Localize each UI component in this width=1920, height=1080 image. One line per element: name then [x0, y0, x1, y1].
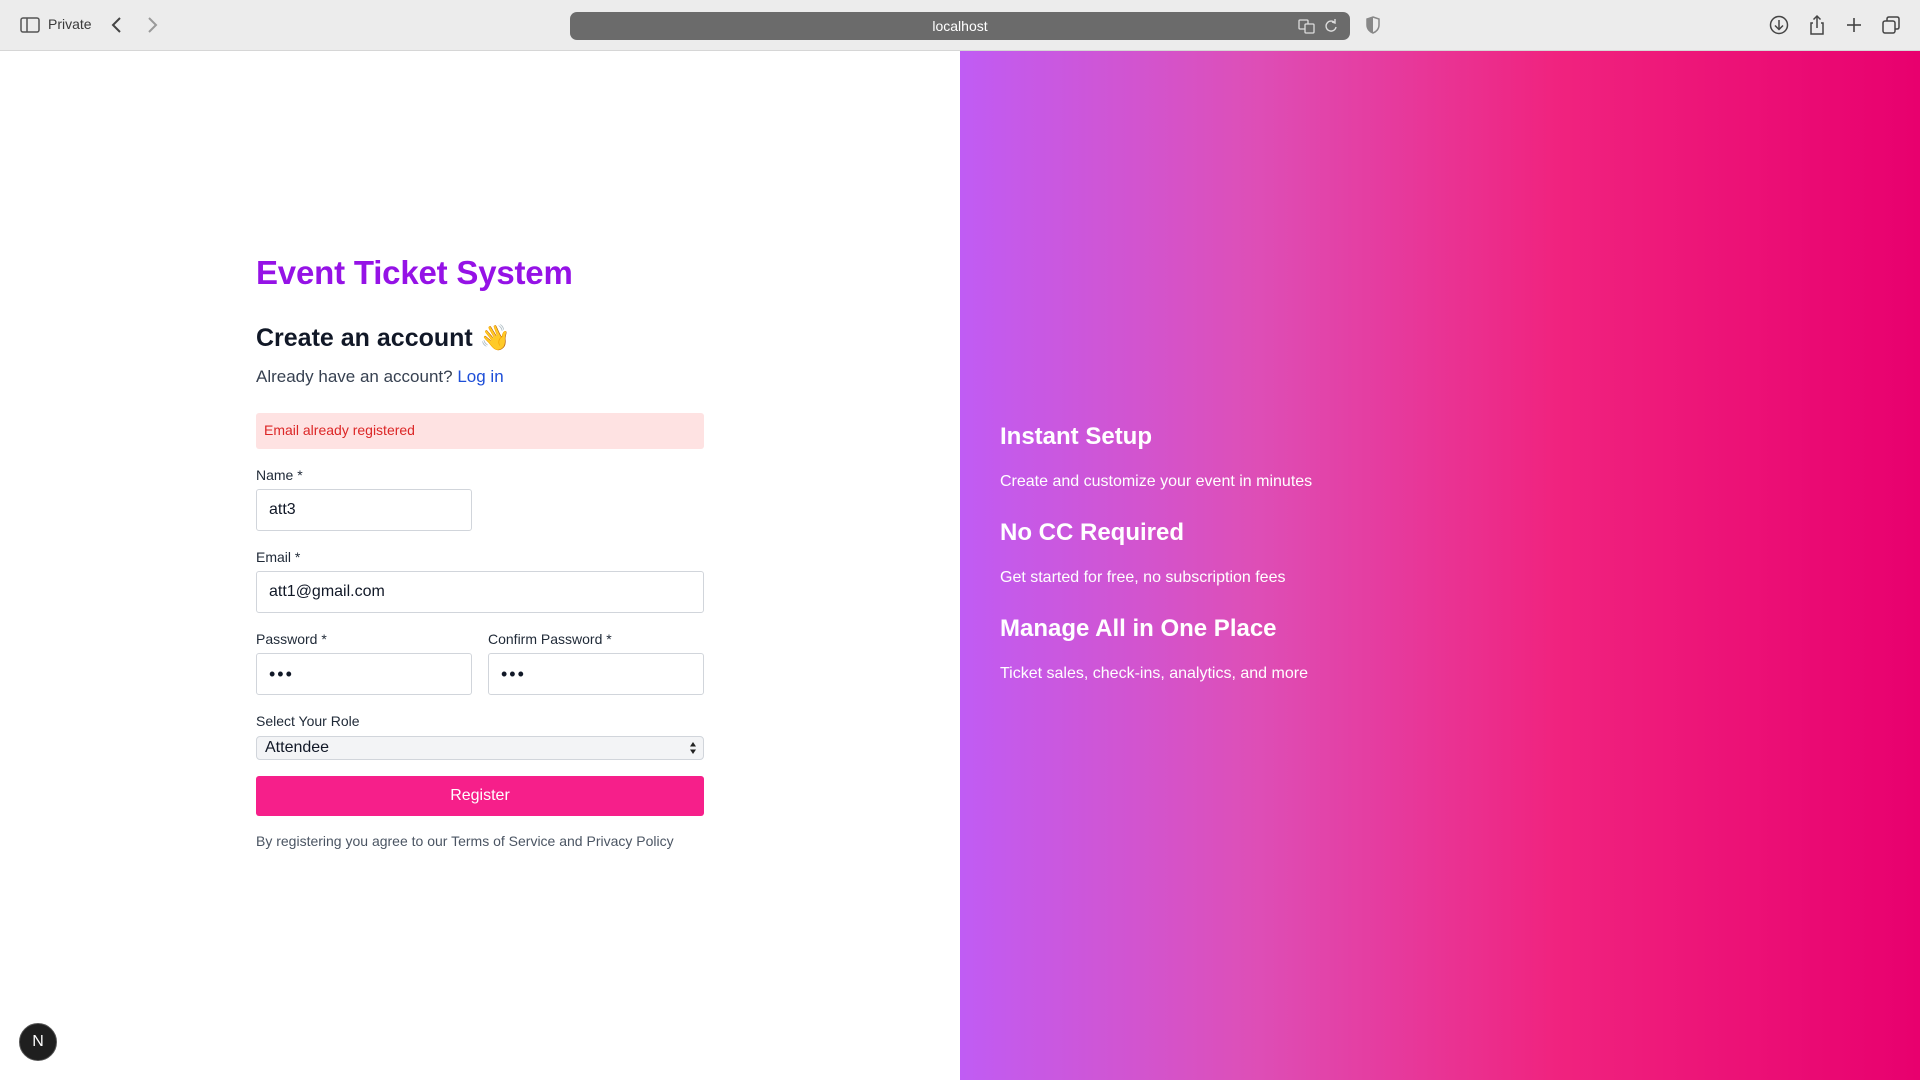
translate-icon[interactable] — [1298, 18, 1316, 34]
feature-desc-manage-all: Ticket sales, check-ins, analytics, and … — [1000, 665, 1308, 682]
browser-toolbar: Private localhost — [0, 0, 1920, 51]
features-panel: Instant Setup Create and customize your … — [960, 51, 1920, 1080]
login-link[interactable]: Log in — [457, 367, 503, 386]
password-input[interactable] — [256, 653, 472, 695]
login-prompt-text: Already have an account? — [256, 367, 453, 386]
name-label: Name * — [256, 467, 303, 483]
feature-title-manage-all: Manage All in One Place — [1000, 615, 1277, 642]
brand-title: Event Ticket System — [256, 254, 573, 291]
back-icon[interactable] — [110, 15, 124, 35]
email-label: Email * — [256, 549, 301, 565]
signup-pane: Event Ticket System Create an account 👋 … — [0, 51, 960, 1080]
login-prompt: Already have an account? Log in — [256, 367, 504, 387]
new-tab-icon[interactable] — [1843, 14, 1865, 36]
error-alert: Email already registered — [256, 413, 704, 449]
privacy-link[interactable]: Privacy Policy — [586, 833, 673, 849]
reload-icon[interactable] — [1324, 18, 1338, 34]
select-arrows-icon — [690, 742, 696, 754]
share-icon[interactable] — [1806, 14, 1828, 36]
download-icon[interactable] — [1768, 14, 1790, 36]
email-input[interactable] — [256, 571, 704, 613]
confirm-password-label: Confirm Password * — [488, 631, 612, 647]
address-bar[interactable]: localhost — [570, 12, 1350, 40]
feature-desc-instant-setup: Create and customize your event in minut… — [1000, 473, 1313, 490]
terms-and: and — [559, 833, 583, 849]
feature-desc-no-cc: Get started for free, no subscription fe… — [1000, 569, 1286, 586]
private-label: Private — [48, 16, 92, 32]
role-selected-value: Attendee — [265, 739, 330, 756]
confirm-password-input[interactable] — [488, 653, 704, 695]
url-text: localhost — [932, 18, 988, 34]
register-button[interactable]: Register — [256, 776, 704, 816]
signup-heading: Create an account 👋 — [256, 324, 511, 352]
role-select[interactable]: Attendee — [256, 736, 704, 760]
sidebar-toggle-icon[interactable] — [20, 17, 40, 33]
terms-notice: By registering you agree to our Terms of… — [256, 833, 674, 849]
nextjs-dev-badge[interactable]: N — [19, 1023, 57, 1061]
forward-icon[interactable] — [145, 15, 159, 35]
page: Event Ticket System Create an account 👋 … — [0, 51, 1920, 1080]
role-label: Select Your Role — [256, 713, 360, 729]
terms-prefix: By registering you agree to our — [256, 833, 448, 849]
feature-title-no-cc: No CC Required — [1000, 519, 1185, 546]
tab-overview-icon[interactable] — [1880, 14, 1902, 36]
terms-link[interactable]: Terms of Service — [451, 833, 555, 849]
shield-icon[interactable] — [1365, 15, 1381, 35]
feature-title-instant-setup: Instant Setup — [1000, 423, 1153, 450]
password-label: Password * — [256, 631, 327, 647]
name-input[interactable] — [256, 489, 472, 531]
